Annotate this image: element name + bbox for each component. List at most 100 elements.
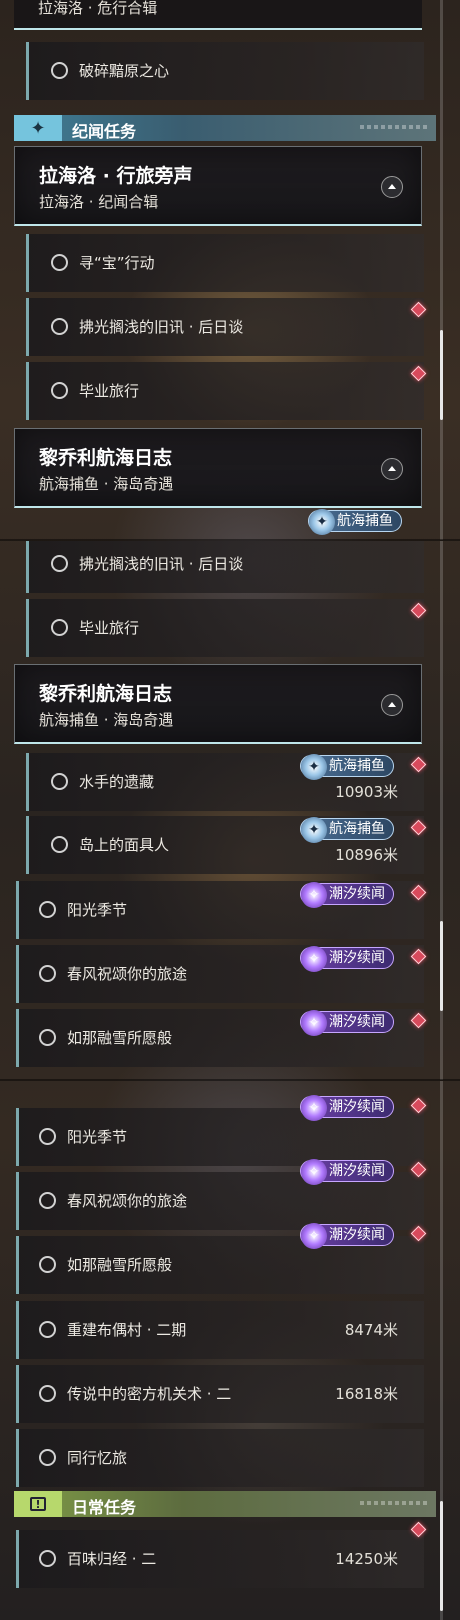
tide-tag: ✧ 潮汐续闻 [300, 882, 394, 908]
quest-subtitle-partial[interactable]: 拉海洛 · 危行合辑 [14, 0, 422, 30]
status-circle-icon [39, 1029, 56, 1046]
quest-group-title: 拉海洛 · 行旅旁声 [39, 165, 193, 187]
scrollbar[interactable] [440, 541, 443, 1080]
quest-list-segment-2[interactable]: 拂光搁浅的旧讯 · 后日谈 毕业旅行 黎乔利航海日志 航海捕鱼 · 海岛奇遇 水… [0, 541, 460, 1080]
section-title: 日常任务 [72, 1498, 137, 1517]
tide-icon: ✧ [301, 1223, 327, 1249]
quest-item[interactable]: 寻“宝”行动 [26, 234, 424, 292]
collapse-chevron-up-icon[interactable] [381, 458, 403, 480]
quest-item-label: 如那融雪所愿般 [67, 1256, 173, 1274]
quest-item-label: 寻“宝”行动 [79, 254, 155, 272]
new-marker-diamond-icon [410, 884, 427, 901]
quest-item-broken-heart[interactable]: 破碎黯原之心 [26, 42, 424, 100]
new-marker-diamond-icon [410, 602, 427, 619]
quest-item-tide[interactable]: 阳光季节 ✧ 潮汐续闻 [16, 881, 427, 939]
scrollbar[interactable] [440, 0, 443, 540]
scrollbar-thumb[interactable] [440, 1501, 443, 1611]
quest-item[interactable]: 传说中的密方机关术 · 二 16818米 [16, 1365, 424, 1423]
status-circle-icon [51, 619, 68, 636]
quest-item[interactable]: 毕业旅行 [26, 599, 427, 657]
fishing-icon: ✦ [301, 754, 327, 780]
status-circle-icon [39, 1128, 56, 1145]
quest-item-label: 重建布偶村 · 二期 [67, 1321, 187, 1339]
quest-group-subtitle: 拉海洛 · 纪闻合辑 [39, 193, 159, 211]
collapse-chevron-up-icon[interactable] [381, 694, 403, 716]
quest-item-fishing[interactable]: 岛上的面具人 ✦ 航海捕鱼 10896米 [26, 816, 427, 874]
quest-item[interactable]: 拂光搁浅的旧讯 · 后日谈 [26, 298, 427, 356]
quest-distance: 10896米 [335, 846, 398, 864]
quest-item-tide[interactable]: 如那融雪所愿般 ✧ 潮汐续闻 [16, 1009, 427, 1067]
tide-icon: ✧ [301, 1010, 327, 1036]
tide-tag: ✧ 潮汐续闻 [300, 1223, 394, 1249]
quest-item-label: 如那融雪所愿般 [67, 1029, 173, 1047]
new-marker-diamond-icon [410, 1097, 427, 1114]
status-circle-icon [51, 254, 68, 271]
status-circle-icon [39, 1192, 56, 1209]
collapse-chevron-up-icon[interactable] [381, 176, 403, 198]
tide-icon: ✧ [301, 1095, 327, 1121]
quest-item-label: 破碎黯原之心 [79, 62, 170, 80]
quest-list-segment-1[interactable]: 拉海洛 · 危行合辑 破碎黯原之心 ✦ 纪闻任务 拉海洛 · 行旅旁声 拉海洛 … [0, 0, 460, 540]
quest-item-label: 毕业旅行 [79, 382, 140, 400]
quest-distance: 14250米 [335, 1550, 398, 1568]
tag-label: 潮汐续闻 [329, 1227, 385, 1243]
quest-group-liqiaoli[interactable]: 黎乔利航海日志 航海捕鱼 · 海岛奇遇 [14, 664, 422, 744]
fishing-icon: ✦ [309, 509, 335, 535]
tide-tag: ✧ 潮汐续闻 [300, 1010, 394, 1036]
quest-group-lahailuo[interactable]: 拉海洛 · 行旅旁声 拉海洛 · 纪闻合辑 [14, 146, 422, 226]
new-marker-diamond-icon [410, 301, 427, 318]
quest-item-label: 春风祝颂你的旅途 [67, 965, 188, 983]
quest-item-tide[interactable]: 春风祝颂你的旅途 ✧ 潮汐续闻 [16, 945, 427, 1003]
fishing-tag-partial: ✦ 航海捕鱼 [308, 509, 402, 535]
quest-list-segment-3[interactable]: 阳光季节 ✧ 潮汐续闻 春风祝颂你的旅途 ✧ 潮汐续闻 如那融雪所愿般 ✧ 潮汐续闻 … [0, 1081, 460, 1620]
tag-label: 潮汐续闻 [329, 1163, 385, 1179]
new-marker-diamond-icon [410, 1521, 427, 1538]
quest-item-label: 阳光季节 [67, 1128, 128, 1146]
section-decoration [360, 125, 430, 129]
quest-distance: 10903米 [335, 783, 398, 801]
section-header-daily[interactable]: ! 日常任务 [14, 1491, 436, 1517]
new-marker-diamond-icon [410, 948, 427, 965]
section-decoration [360, 1501, 430, 1505]
quest-group-subtitle: 航海捕鱼 · 海岛奇遇 [39, 711, 174, 729]
quest-item-tide[interactable]: 如那融雪所愿般 ✧ 潮汐续闻 [16, 1223, 427, 1294]
section-title: 纪闻任务 [72, 122, 137, 141]
quest-item-tide[interactable]: 春风祝颂你的旅途 ✧ 潮汐续闻 [16, 1159, 427, 1230]
status-circle-icon [39, 965, 56, 982]
status-circle-icon [39, 1321, 56, 1338]
section-header-jiwen[interactable]: ✦ 纪闻任务 [14, 115, 436, 141]
tag-label: 航海捕鱼 [337, 513, 393, 529]
tag-label: 潮汐续闻 [329, 1014, 385, 1030]
quest-item[interactable]: 毕业旅行 [26, 362, 427, 420]
quest-item-label: 阳光季节 [67, 901, 128, 919]
exclamation-icon: ! [14, 1491, 62, 1517]
scrollbar-thumb[interactable] [440, 330, 443, 420]
quest-item[interactable]: 同行忆旅 [16, 1429, 424, 1487]
status-circle-icon [39, 1256, 56, 1273]
quest-item-fishing[interactable]: 水手的遗藏 ✦ 航海捕鱼 10903米 [26, 753, 427, 811]
quest-distance: 16818米 [335, 1385, 398, 1403]
quest-group-liqiaoli[interactable]: 黎乔利航海日志 航海捕鱼 · 海岛奇遇 [14, 428, 422, 508]
status-circle-icon [39, 1550, 56, 1567]
quest-item[interactable]: 重建布偶村 · 二期 8474米 [16, 1301, 424, 1359]
scrollbar[interactable] [440, 1081, 443, 1620]
quest-item[interactable]: 拂光搁浅的旧讯 · 后日谈 [26, 541, 424, 593]
tag-label: 航海捕鱼 [329, 758, 385, 774]
quest-item-label: 拂光搁浅的旧讯 · 后日谈 [79, 318, 244, 336]
scrollbar-thumb[interactable] [440, 921, 443, 1011]
tide-tag: ✧ 潮汐续闻 [300, 1095, 394, 1121]
fishing-tag: ✦ 航海捕鱼 [300, 754, 394, 780]
new-marker-diamond-icon [410, 819, 427, 836]
tide-tag: ✧ 潮汐续闻 [300, 1159, 394, 1185]
quest-item-label: 毕业旅行 [79, 619, 140, 637]
tide-icon: ✧ [301, 1159, 327, 1185]
status-circle-icon [39, 1385, 56, 1402]
quest-item-daily[interactable]: 百味归经 · 二 14250米 [16, 1521, 427, 1588]
status-circle-icon [51, 555, 68, 572]
tag-label: 潮汐续闻 [329, 886, 385, 902]
quest-distance: 8474米 [344, 1321, 398, 1339]
quest-item-tide[interactable]: 阳光季节 ✧ 潮汐续闻 [16, 1095, 427, 1166]
status-circle-icon [39, 1449, 56, 1466]
status-circle-icon [51, 773, 68, 790]
status-circle-icon [51, 318, 68, 335]
